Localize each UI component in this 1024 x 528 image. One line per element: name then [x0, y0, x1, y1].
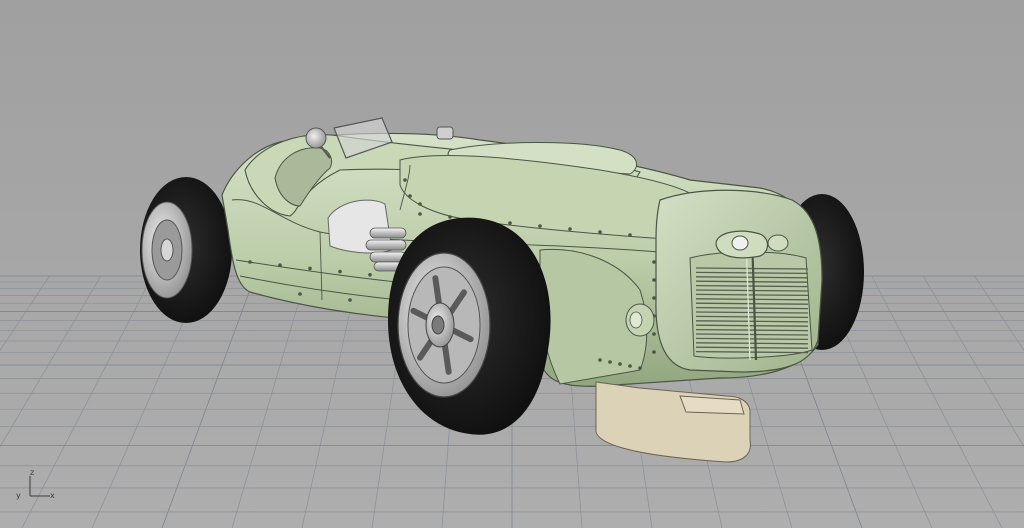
front-bullet-lamp — [625, 303, 655, 337]
axis-z-label: z — [30, 468, 35, 477]
fuel-filler-cap — [436, 126, 454, 140]
axis-triad-icon — [29, 476, 50, 497]
front-left-wheel — [388, 217, 551, 435]
skid-plate — [595, 381, 751, 463]
3d-viewport[interactable]: z y x — [0, 0, 1024, 528]
axis-y-label: y — [16, 491, 21, 500]
viewport-scene[interactable] — [0, 0, 1024, 528]
rear-left-wheel — [140, 177, 232, 323]
axis-widget: z y x — [10, 466, 62, 506]
axis-x-label: x — [50, 491, 55, 500]
